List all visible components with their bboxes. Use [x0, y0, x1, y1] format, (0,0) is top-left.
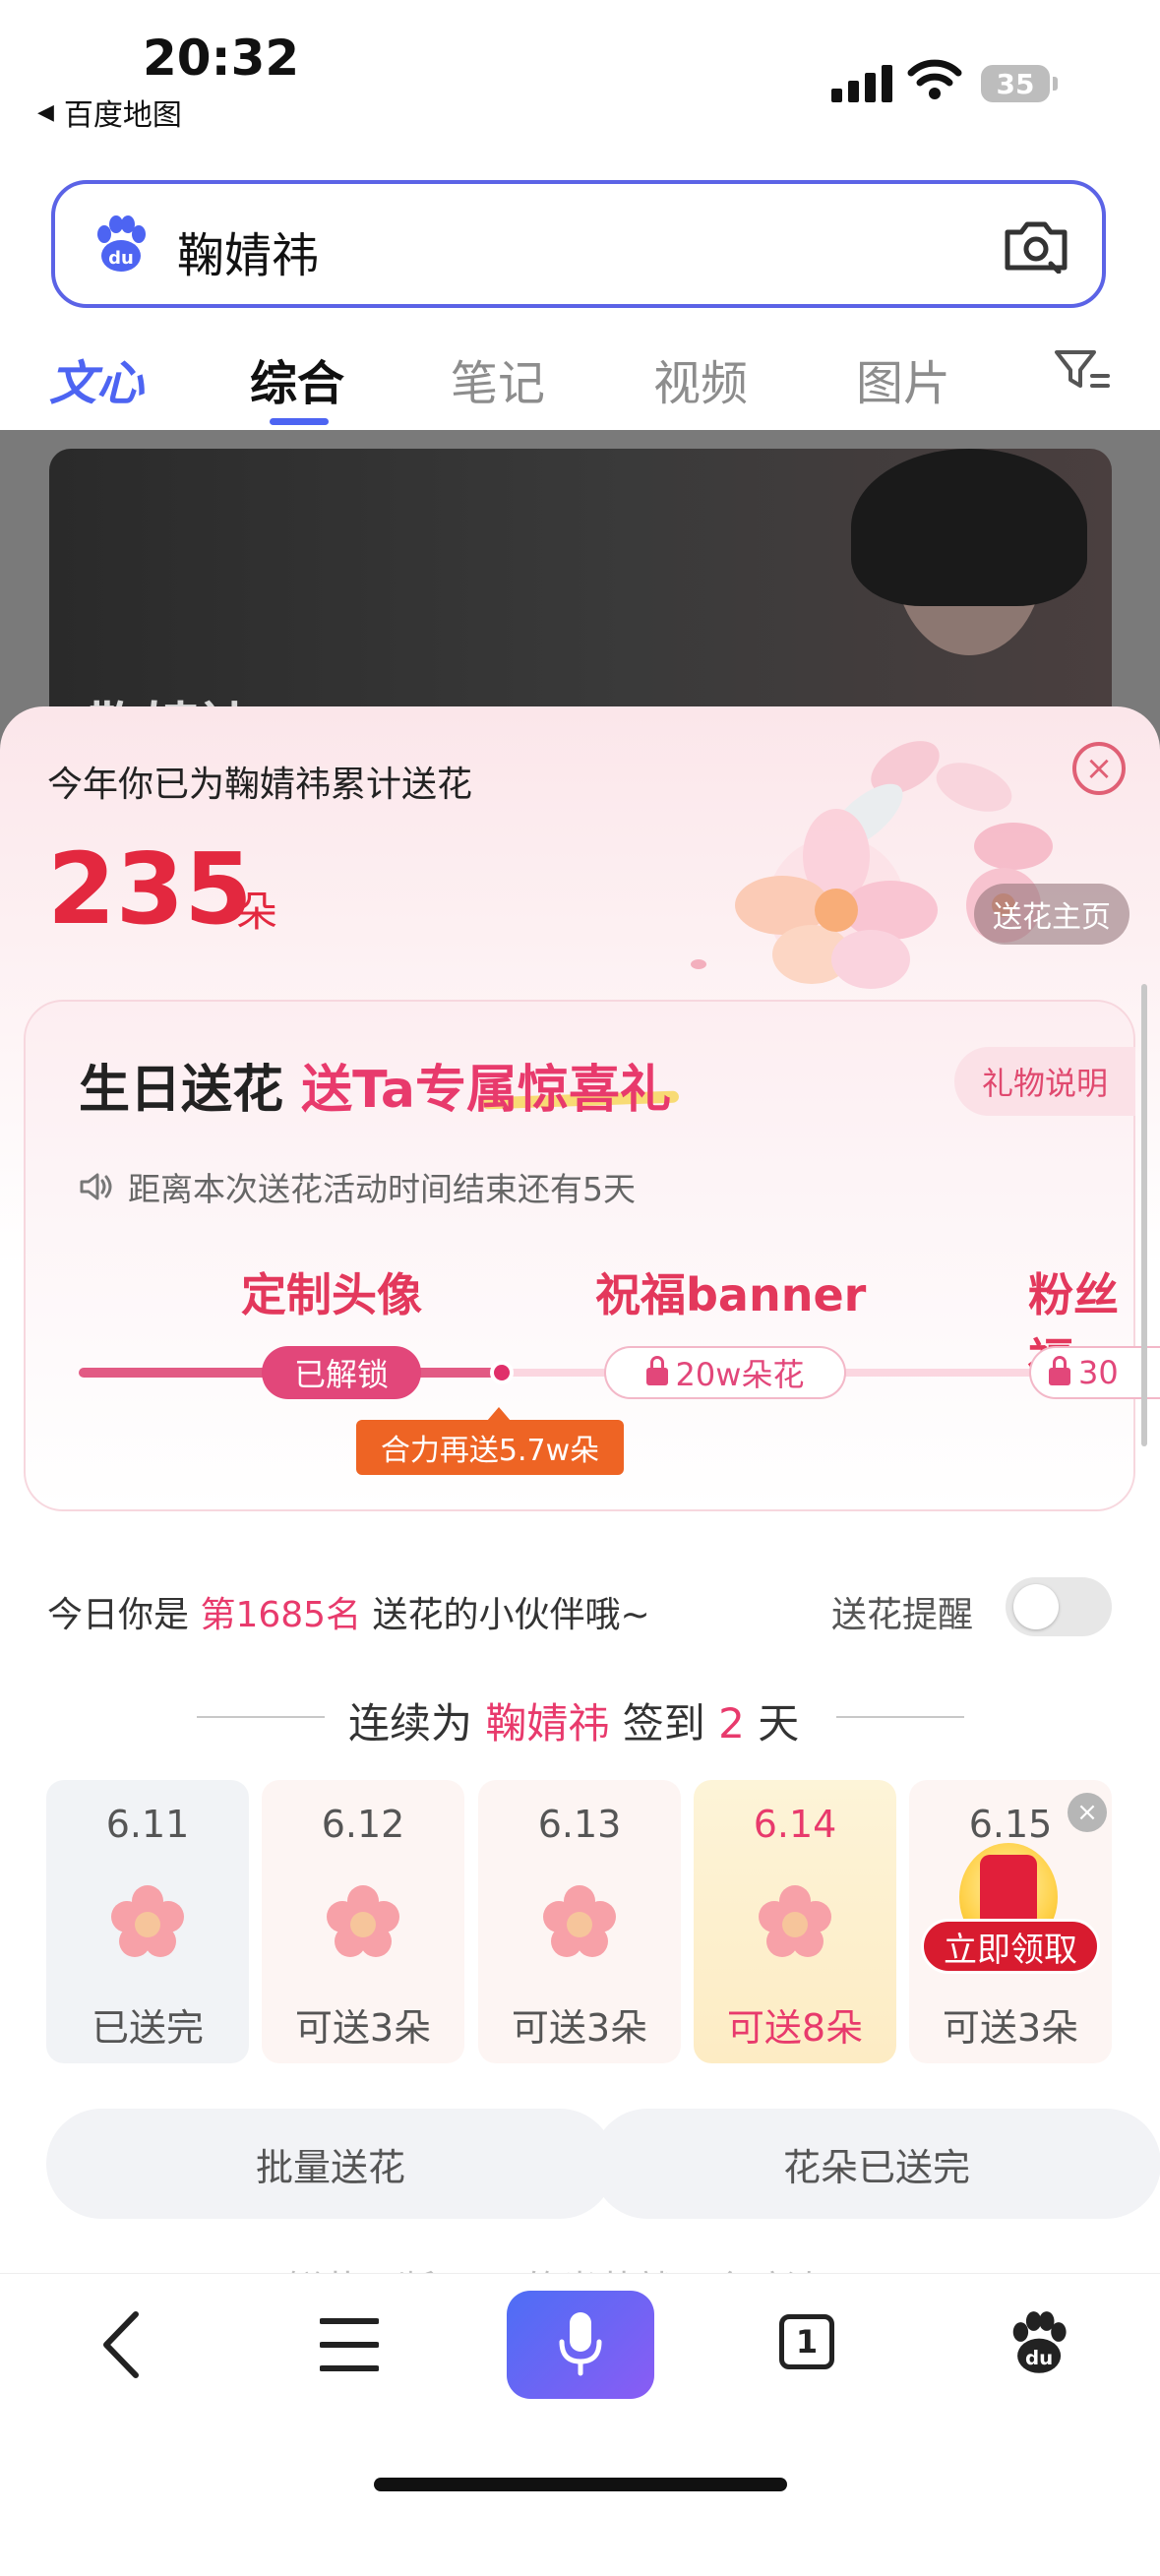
checkin-days: 2 — [718, 1699, 745, 1748]
checkin-name: 鞠婧祎 — [485, 1699, 610, 1748]
baidu-paw-icon: du — [97, 215, 146, 272]
remind-toggle-knob[interactable] — [1013, 1584, 1059, 1629]
divider-right — [836, 1716, 964, 1718]
speaker-icon — [80, 1173, 112, 1200]
camera-search-icon[interactable] — [1002, 215, 1070, 274]
active-tab-underline — [270, 418, 329, 425]
milestone-title: 祝福banner — [595, 1268, 867, 1321]
tab-wenxin[interactable]: 文心 — [49, 344, 144, 413]
scrollbar[interactable] — [1141, 984, 1147, 1446]
back-app-label: 百度地图 — [63, 98, 182, 133]
home-indicator[interactable] — [374, 2478, 787, 2491]
back-triangle-icon: ◀ — [37, 99, 54, 125]
checkin-date: 6.13 — [537, 1803, 622, 1846]
checkin-mid: 签到 — [622, 1699, 705, 1748]
divider-left — [197, 1716, 325, 1718]
checkin-status: 可送3朵 — [294, 2006, 432, 2050]
batch-send-button[interactable]: 批量送花 — [46, 2109, 615, 2219]
lock-icon — [1049, 1356, 1070, 1385]
filter-icon[interactable] — [1053, 346, 1112, 396]
birthday-title-main: 生日送花 — [79, 1061, 284, 1120]
hero-photo-hair — [851, 449, 1087, 606]
svg-text:du: du — [108, 248, 134, 269]
microphone-icon — [559, 2312, 602, 2376]
checkin-date: 6.11 — [105, 1803, 190, 1846]
progress-marker — [490, 1361, 514, 1384]
flower-icon — [759, 1885, 831, 1957]
milestone-unlocked-badge: 已解锁 — [262, 1346, 421, 1399]
claim-now-button[interactable]: 立即领取 — [921, 1919, 1100, 1974]
status-time: 20:32 — [143, 30, 300, 87]
checkin-status: 可送3朵 — [511, 2006, 648, 2050]
flower-count-unit: 朵 — [236, 888, 278, 936]
birthday-title-sub: 送Ta专属惊喜礼 — [301, 1061, 671, 1120]
tab-video[interactable]: 视频 — [653, 344, 748, 413]
notice-text: 距离本次送花活动时间结束还有5天 — [128, 1170, 636, 1208]
lock-icon — [645, 1356, 668, 1385]
close-icon[interactable]: × — [1072, 742, 1126, 795]
flower-icon — [327, 1885, 399, 1957]
back-to-app[interactable]: ◀ 百度地图 — [37, 91, 182, 134]
checkin-status: 可送8朵 — [726, 2006, 864, 2050]
activity-notice: 距离本次送花活动时间结束还有5天 — [79, 1163, 636, 1210]
milestone-locked-badge: 20w朵花 — [604, 1346, 846, 1399]
rank-prefix: 今日你是 — [47, 1595, 190, 1635]
flower-home-button[interactable]: 送花主页 — [974, 884, 1129, 945]
wifi-icon — [907, 59, 962, 99]
flower-icon — [111, 1885, 184, 1957]
milestone-locked-label: 20w朵花 — [675, 1356, 805, 1393]
checkin-status: 可送3朵 — [942, 2006, 1079, 2050]
flower-count: 235 — [47, 831, 253, 947]
dismiss-reward-icon[interactable]: × — [1068, 1793, 1107, 1832]
checkin-prefix: 连续为 — [348, 1699, 473, 1748]
birthday-card-title: 生日送花 送Ta专属惊喜礼 — [79, 1048, 671, 1122]
tab-images[interactable]: 图片 — [856, 344, 950, 413]
remaining-tooltip: 合力再送5.7w朵 — [356, 1420, 624, 1475]
result-hero-card: 鞠婧祎 — [49, 449, 1112, 744]
baidu-home-icon[interactable]: du — [1006, 2310, 1070, 2375]
tooltip-arrow — [487, 1407, 511, 1421]
battery-indicator: 35 — [981, 65, 1050, 102]
checkin-status: 已送完 — [91, 2006, 204, 2050]
cellular-signal-icon — [831, 65, 892, 102]
rank-value: 第1685名 — [200, 1595, 362, 1635]
checkin-suffix: 天 — [758, 1699, 800, 1748]
flower-bouquet-illustration — [691, 741, 1053, 989]
gift-info-button[interactable]: 礼物说明 — [954, 1047, 1135, 1116]
sheet-title: 今年你已为鞠婧祎累计送花 — [47, 765, 473, 805]
tab-notes[interactable]: 笔记 — [451, 344, 545, 413]
flowers-done-button[interactable]: 花朵已送完 — [592, 2109, 1160, 2219]
milestone-title: 定制头像 — [241, 1268, 422, 1321]
flower-icon — [543, 1885, 616, 1957]
menu-icon[interactable] — [320, 2317, 379, 2372]
milestone-locked-label: 30 — [1078, 1354, 1119, 1391]
back-icon[interactable] — [98, 2310, 148, 2379]
rank-suffix: 送花的小伙伴哦~ — [372, 1595, 650, 1635]
tab-all[interactable]: 综合 — [250, 344, 344, 413]
checkin-date: 6.12 — [321, 1803, 405, 1846]
checkin-date: 6.14 — [753, 1803, 837, 1846]
svg-text:du: du — [1025, 2347, 1053, 2369]
battery-tip — [1053, 77, 1058, 91]
tabs-count-icon[interactable]: 1 — [779, 2314, 834, 2369]
search-query[interactable]: 鞠婧祎 — [177, 216, 319, 285]
rank-text: 今日你是 第1685名 送花的小伙伴哦~ — [47, 1586, 650, 1637]
red-envelope-icon — [980, 1855, 1037, 1928]
checkin-streak: 连续为 鞠婧祎 签到 2 天 — [348, 1690, 799, 1750]
remind-label: 送花提醒 — [831, 1595, 974, 1635]
